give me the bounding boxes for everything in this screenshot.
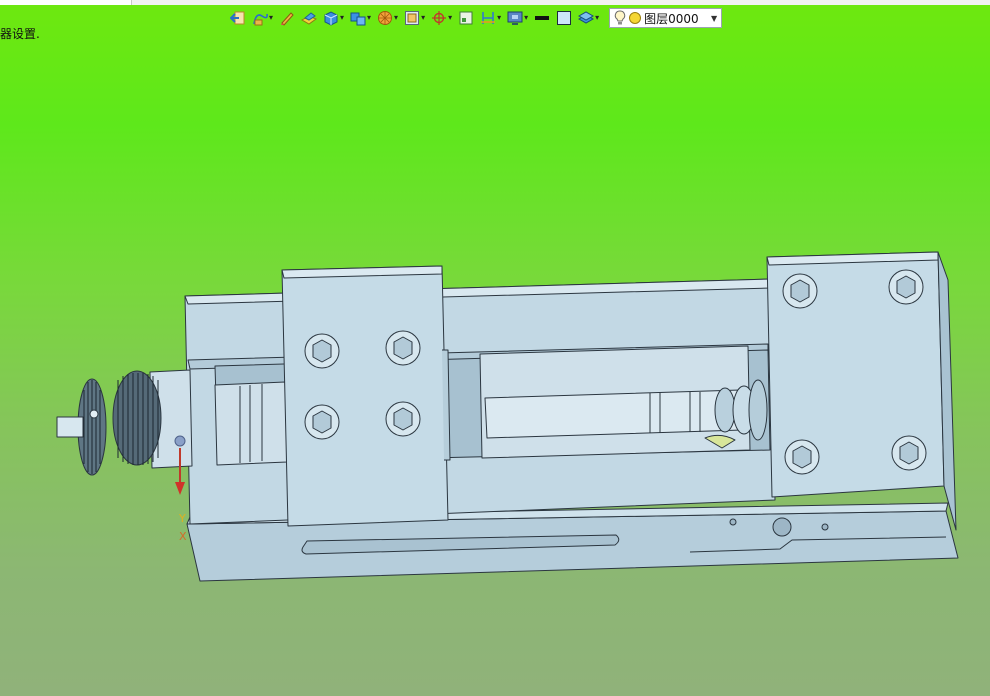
layer-select-value: 图层0000 — [644, 11, 699, 26]
tab-strip[interactable] — [0, 0, 132, 5]
moving-jaw — [281, 265, 449, 527]
chevron-down-icon: ▾ — [497, 13, 502, 22]
chevron-down-icon: ▾ — [269, 13, 274, 22]
assembly-button[interactable]: ▾ — [348, 8, 373, 28]
line-color-button[interactable] — [532, 8, 552, 28]
base-hole-small — [821, 523, 829, 531]
chevron-down-icon: ▾ — [340, 13, 345, 22]
surface-button[interactable] — [299, 8, 319, 28]
render-button[interactable]: ▾ — [375, 8, 400, 28]
lead-screw — [484, 389, 743, 439]
line-color-icon — [535, 16, 550, 20]
axis-x-label: X — [179, 530, 187, 543]
knob-knurl — [112, 370, 162, 466]
display-mode-icon — [507, 11, 523, 25]
view-frame-button[interactable]: ▾ — [402, 8, 427, 28]
curve-tools-icon — [253, 13, 268, 26]
yellow-circle-icon — [629, 12, 642, 24]
exit-sketch-icon — [230, 11, 245, 25]
fill-color-icon — [557, 11, 572, 25]
solid-cube-icon — [324, 11, 338, 26]
chevron-down-icon: ▼ — [710, 13, 718, 23]
3d-viewport[interactable]: Y X — [0, 30, 990, 696]
chevron-down-icon: ▾ — [448, 13, 453, 22]
solid-button[interactable]: ▾ — [321, 8, 346, 28]
layer-manager-button[interactable]: ▾ — [576, 8, 601, 28]
base-hole — [772, 517, 792, 537]
axis-y-label: Y — [178, 512, 186, 525]
view-frame-icon — [405, 11, 420, 25]
window-top-strip — [0, 0, 990, 5]
fill-color-button[interactable] — [554, 8, 574, 28]
chevron-down-icon: ▾ — [421, 13, 426, 22]
knob-stub — [56, 416, 84, 438]
main-toolbar: ▾ ▾ ▾ ▾ ▾ ▾ ▾ ▾ ▾ 图层0000 ▼ — [228, 7, 723, 29]
layer-select[interactable]: 图层0000 ▼ — [609, 8, 723, 28]
measure-button[interactable]: ▾ — [478, 8, 503, 28]
exit-sketch-button[interactable] — [228, 8, 248, 28]
layer-manager-icon — [578, 11, 595, 24]
surface-icon — [301, 12, 318, 25]
knob-pin — [89, 409, 99, 419]
datum-plane-icon — [459, 11, 473, 25]
vise-model: Y X — [56, 251, 959, 582]
screw-collar — [714, 387, 736, 433]
render-ball-icon — [378, 11, 393, 25]
pencil-icon — [281, 12, 294, 26]
curve-tools-button[interactable]: ▾ — [250, 8, 275, 28]
chevron-down-icon: ▾ — [595, 13, 600, 22]
assembly-icon — [350, 12, 366, 26]
pick-filter-button[interactable]: ▾ — [429, 8, 454, 28]
datum-plane-button[interactable] — [456, 8, 476, 28]
lightbulb-icon — [615, 10, 626, 25]
chevron-down-icon: ▾ — [394, 13, 399, 22]
base-hole-small — [729, 518, 737, 526]
spindle-shaft — [214, 381, 288, 466]
measure-icon — [481, 12, 496, 24]
display-mode-button[interactable]: ▾ — [505, 8, 530, 28]
pencil-button[interactable] — [277, 8, 297, 28]
chevron-down-icon: ▾ — [367, 13, 372, 22]
chevron-down-icon: ▾ — [524, 13, 529, 22]
screw-end — [748, 379, 768, 441]
pick-filter-icon — [432, 11, 447, 25]
